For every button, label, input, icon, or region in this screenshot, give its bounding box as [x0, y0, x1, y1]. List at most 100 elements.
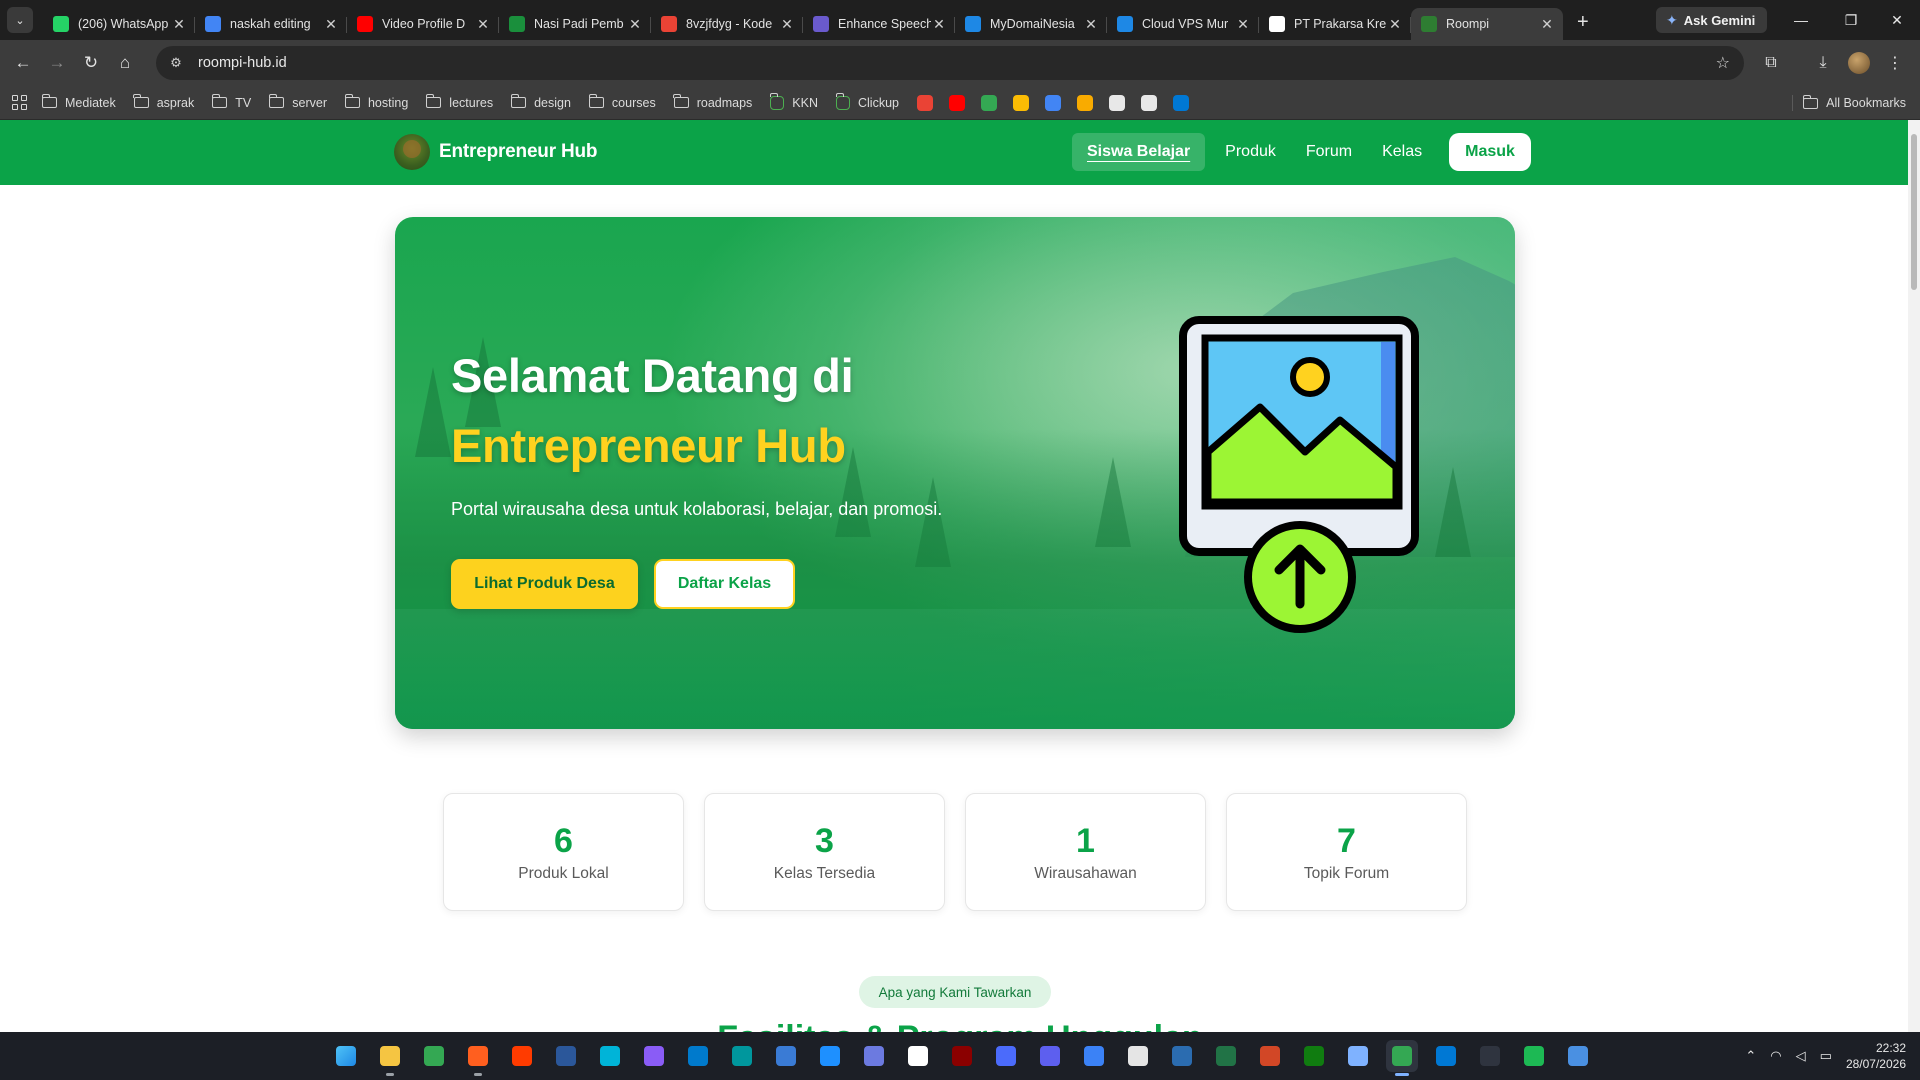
taskbar-app-icon[interactable] — [1386, 1040, 1418, 1076]
browser-tab[interactable]: Cloud VPS Mur ✕ — [1107, 8, 1259, 40]
taskbar-app-icon[interactable] — [418, 1040, 450, 1072]
bookmark-item[interactable]: server — [268, 94, 327, 110]
browser-menu-button[interactable]: ⋮ — [1878, 46, 1912, 80]
close-tab-icon[interactable]: ✕ — [323, 16, 339, 33]
bookmark-item[interactable]: TV — [211, 94, 251, 110]
taskbar-app-icon[interactable] — [374, 1040, 406, 1076]
bookmark-favicon-icon[interactable] — [1109, 94, 1125, 111]
browser-tab[interactable]: Nasi Padi Pemb ✕ — [499, 8, 651, 40]
downloads-button[interactable]: ⤓ — [1806, 46, 1840, 80]
browser-tab[interactable]: 8vzjfdyg - Kode ✕ — [651, 8, 803, 40]
taskbar-app-icon[interactable] — [726, 1040, 758, 1072]
site-info-icon[interactable]: ⚙ — [160, 47, 192, 79]
clock[interactable]: 22:32 28/07/2026 — [1846, 1040, 1906, 1072]
close-tab-icon[interactable]: ✕ — [1387, 16, 1403, 33]
tab-search-button[interactable]: ⌄ — [7, 7, 33, 33]
browser-tab[interactable]: Enhance Speech ✕ — [803, 8, 955, 40]
login-button[interactable]: Masuk — [1449, 133, 1531, 171]
browser-tab[interactable]: Video Profile D ✕ — [347, 8, 499, 40]
nav-item-siswa-belajar[interactable]: Siswa Belajar — [1072, 133, 1206, 171]
taskbar-app-icon[interactable] — [902, 1040, 934, 1072]
taskbar-app-icon[interactable] — [946, 1040, 978, 1072]
login-label[interactable]: Masuk — [1465, 133, 1515, 171]
close-tab-icon[interactable]: ✕ — [475, 16, 491, 33]
bookmark-item[interactable]: design — [510, 94, 571, 110]
address-bar[interactable]: ⚙ roompi-hub.id ☆ — [156, 46, 1744, 80]
close-tab-icon[interactable]: ✕ — [931, 16, 947, 33]
bookmark-favicon-icon[interactable] — [1013, 94, 1029, 111]
taskbar-app-icon[interactable] — [1562, 1040, 1594, 1072]
new-tab-button[interactable]: + — [1577, 11, 1589, 34]
bookmark-favicon-icon[interactable] — [949, 94, 965, 111]
extensions-button[interactable]: ⧉ — [1754, 46, 1788, 80]
bookmark-item[interactable]: lectures — [425, 94, 493, 110]
taskbar-app-icon[interactable] — [1342, 1040, 1374, 1072]
bookmark-item[interactable]: Mediatek — [41, 94, 116, 110]
page-scrollbar[interactable] — [1908, 120, 1920, 1032]
close-tab-icon[interactable]: ✕ — [1235, 16, 1251, 33]
browser-tab[interactable]: MyDomaiNesia ✕ — [955, 8, 1107, 40]
bookmark-favicon-icon[interactable] — [1173, 94, 1189, 111]
taskbar-app-icon[interactable] — [1474, 1040, 1506, 1072]
bookmark-item[interactable]: hosting — [344, 94, 408, 110]
nav-item-forum[interactable]: Forum — [1291, 133, 1367, 171]
close-tab-icon[interactable]: ✕ — [627, 16, 643, 33]
nav-item-kelas[interactable]: Kelas — [1367, 133, 1437, 171]
bookmark-item[interactable]: Clickup — [835, 92, 899, 110]
nav-link-forum[interactable]: Forum — [1306, 133, 1352, 171]
apps-grid-icon[interactable] — [12, 94, 28, 111]
profile-button[interactable] — [1842, 46, 1876, 80]
close-tab-icon[interactable]: ✕ — [1083, 16, 1099, 33]
tray-chevron-icon[interactable]: ⌃ — [1745, 1048, 1756, 1064]
taskbar-app-icon[interactable] — [1210, 1040, 1242, 1072]
bookmark-item[interactable]: asprak — [133, 94, 194, 110]
restore-button[interactable]: ❐ — [1828, 0, 1874, 40]
close-tab-icon[interactable]: ✕ — [171, 16, 187, 33]
bookmark-favicon-icon[interactable] — [981, 94, 997, 111]
nav-link-siswa-belajar[interactable]: Siswa Belajar — [1087, 133, 1190, 171]
taskbar-app-icon[interactable] — [1034, 1040, 1066, 1072]
taskbar-app-icon[interactable] — [1254, 1040, 1286, 1072]
all-bookmarks-button[interactable]: All Bookmarks — [1802, 86, 1906, 120]
nav-link-produk[interactable]: Produk — [1225, 133, 1276, 171]
bookmark-favicon-icon[interactable] — [1045, 94, 1061, 111]
home-button[interactable]: ⌂ — [108, 46, 142, 80]
close-tab-icon[interactable]: ✕ — [1539, 16, 1555, 33]
browser-tab[interactable]: (206) WhatsApp ✕ — [43, 8, 195, 40]
taskbar-app-icon[interactable] — [1122, 1040, 1154, 1072]
taskbar-app-icon[interactable] — [1166, 1040, 1198, 1072]
minimize-button[interactable]: ― — [1778, 0, 1824, 40]
browser-tab[interactable]: naskah editing ✕ — [195, 8, 347, 40]
taskbar-app-icon[interactable] — [594, 1040, 626, 1072]
bookmark-star-icon[interactable]: ☆ — [1716, 53, 1730, 73]
register-class-button[interactable]: Daftar Kelas — [654, 559, 795, 609]
nav-link-kelas[interactable]: Kelas — [1382, 133, 1422, 171]
back-button[interactable]: ← — [6, 46, 40, 80]
taskbar-app-icon[interactable] — [462, 1040, 494, 1076]
taskbar-app-icon[interactable] — [770, 1040, 802, 1072]
bookmark-item[interactable]: roadmaps — [673, 94, 752, 110]
close-tab-icon[interactable]: ✕ — [779, 16, 795, 33]
volume-icon[interactable]: ◁ — [1796, 1048, 1806, 1064]
nav-item-produk[interactable]: Produk — [1210, 133, 1291, 171]
taskbar-app-icon[interactable] — [858, 1040, 890, 1072]
taskbar-app-icon[interactable] — [330, 1040, 362, 1072]
bookmark-favicon-icon[interactable] — [917, 94, 933, 111]
taskbar-app-icon[interactable] — [682, 1040, 714, 1072]
bookmark-favicon-icon[interactable] — [1077, 94, 1093, 111]
battery-icon[interactable]: ▭ — [1820, 1048, 1832, 1064]
taskbar-app-icon[interactable] — [506, 1040, 538, 1072]
bookmark-item[interactable]: KKN — [769, 92, 818, 110]
ask-gemini-button[interactable]: ✦ Ask Gemini — [1656, 7, 1768, 33]
taskbar-app-icon[interactable] — [1078, 1040, 1110, 1072]
view-products-button[interactable]: Lihat Produk Desa — [451, 559, 638, 609]
url-text[interactable]: roompi-hub.id — [198, 55, 287, 71]
taskbar-app-icon[interactable] — [814, 1040, 846, 1072]
bookmark-item[interactable]: courses — [588, 94, 656, 110]
taskbar-app-icon[interactable] — [1518, 1040, 1550, 1072]
close-window-button[interactable]: ✕ — [1874, 0, 1920, 40]
taskbar-app-icon[interactable] — [550, 1040, 582, 1072]
browser-tab[interactable]: Roompi ✕ — [1411, 8, 1563, 40]
wifi-icon[interactable]: ◠ — [1770, 1048, 1781, 1064]
bookmark-favicon-icon[interactable] — [1141, 94, 1157, 111]
